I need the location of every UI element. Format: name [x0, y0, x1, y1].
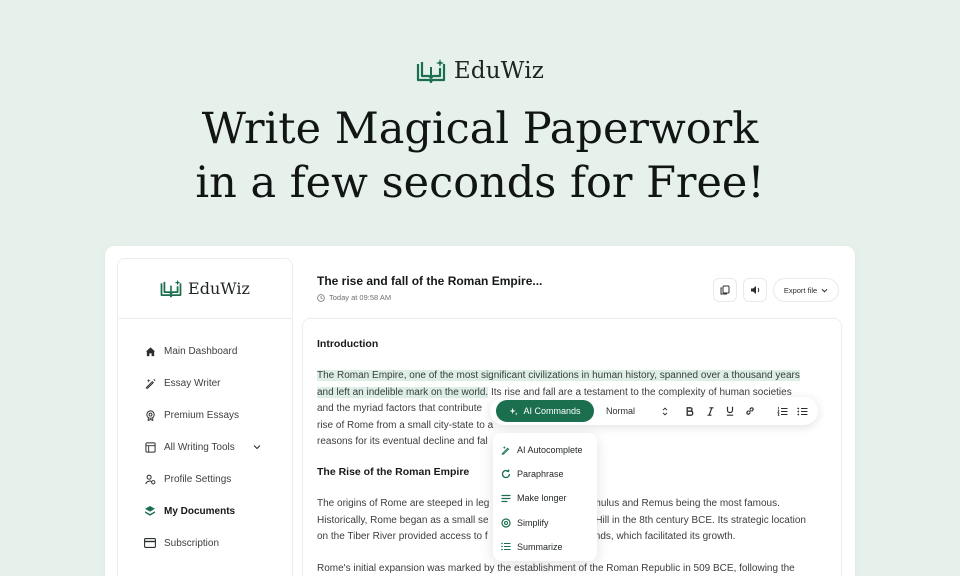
- paragraph-line: and the myriad factors that contribute: [317, 403, 483, 414]
- copy-icon: [720, 285, 730, 295]
- list-icon: [501, 542, 511, 552]
- sidebar-item-label: Essay Writer: [164, 377, 221, 389]
- sidebar-item-label: Profile Settings: [164, 473, 232, 485]
- sidebar-item-label: All Writing Tools: [164, 441, 235, 453]
- ai-commands-menu: AI Autocomplete Paraphrase Make longer S…: [493, 433, 597, 561]
- headline-line-1: Write Magical Paperwork: [201, 104, 759, 154]
- text-style-select[interactable]: Normal: [606, 406, 668, 416]
- document-title: The rise and fall of the Roman Empire...: [317, 274, 543, 288]
- book-sparkle-icon: [416, 59, 445, 84]
- chevron-down-icon[interactable]: [253, 444, 261, 450]
- brand-name: EduWiz: [453, 58, 545, 84]
- formatting-toolbar: AI Commands Normal: [490, 397, 818, 425]
- sidebar-item-main-dashboard[interactable]: Main Dashboard: [118, 335, 292, 367]
- sparkle-icon: [510, 407, 519, 415]
- read-aloud-button[interactable]: [743, 278, 767, 302]
- copy-button[interactable]: [713, 278, 737, 302]
- paragraph-line: reasons for its eventual decline and fal: [317, 436, 488, 447]
- updown-chevron-icon: [662, 406, 668, 416]
- sidebar-nav: Main Dashboard Essay Writer Premium Essa…: [118, 319, 292, 559]
- paragraph-line: Historically, Rome began as a small se: [317, 514, 489, 526]
- lines-icon: [501, 493, 511, 503]
- sidebar-item-label: My Documents: [164, 505, 236, 517]
- ai-commands-label: AI Commands: [523, 406, 581, 416]
- award-icon: [144, 409, 156, 421]
- sidebar-item-profile-settings[interactable]: Profile Settings: [118, 463, 292, 495]
- hero-logo: EduWiz: [0, 58, 960, 84]
- ai-commands-button[interactable]: AI Commands: [496, 400, 594, 422]
- paragraph-line: on the Tiber River provided access to f: [317, 531, 488, 542]
- menu-item-summarize[interactable]: Summarize: [493, 535, 597, 559]
- pen-sparkle-icon: [144, 377, 156, 389]
- italic-button[interactable]: [700, 401, 720, 421]
- sidebar-item-subscription[interactable]: Subscription: [118, 527, 292, 559]
- link-icon: [746, 407, 754, 415]
- paragraph-line: rise of Rome from a small city-state to …: [317, 419, 494, 431]
- refresh-icon: [501, 469, 511, 479]
- sidebar-logo[interactable]: EduWiz: [118, 259, 292, 319]
- bold-button[interactable]: [680, 401, 700, 421]
- pen-sparkle-icon: [501, 445, 511, 455]
- clock-icon: [317, 293, 325, 302]
- sidebar-item-my-documents[interactable]: My Documents: [118, 495, 292, 527]
- speaker-icon: [750, 286, 759, 294]
- export-label: Export file: [783, 285, 818, 295]
- sidebar-brand-name: EduWiz: [188, 279, 250, 298]
- paragraph-line: The Roman Empire, one of the most signif…: [317, 368, 800, 385]
- bullet-list-icon: [796, 407, 807, 415]
- paragraph-line: Rome's initial expansion was marked by t…: [317, 563, 795, 574]
- user-gear-icon: [144, 473, 156, 485]
- menu-item-label: Paraphrase: [517, 469, 564, 480]
- paragraph-line: The origins of Rome are steeped in leg: [317, 498, 490, 509]
- bold-icon: [686, 406, 694, 416]
- sidebar-item-label: Premium Essays: [164, 409, 240, 421]
- selected-text: and left an indelible mark on the world.: [317, 386, 489, 398]
- heading-introduction: Introduction: [317, 338, 379, 350]
- menu-item-label: Simplify: [517, 517, 549, 528]
- export-file-button[interactable]: Export file: [773, 278, 839, 302]
- sidebar: EduWiz Main Dashboard Essay Writer Premi…: [117, 258, 293, 576]
- sidebar-item-label: Subscription: [164, 537, 220, 549]
- headline-line-2: in a few seconds for Free!: [195, 158, 765, 208]
- paragraph-line: omulus and Remus being the most famous.: [587, 498, 780, 509]
- sidebar-item-essay-writer[interactable]: Essay Writer: [118, 367, 292, 399]
- paragraph-line: lands, which facilitated its growth.: [587, 531, 736, 542]
- ordered-list-icon: [776, 406, 787, 416]
- underline-button[interactable]: [720, 401, 740, 421]
- menu-item-label: Make longer: [517, 493, 567, 504]
- body-text: Its rise and fall are a testament to the…: [488, 386, 792, 398]
- document-timestamp: Today at 09:58 AM: [317, 293, 391, 302]
- sidebar-item-all-writing-tools[interactable]: All Writing Tools: [118, 431, 292, 463]
- target-icon: [501, 518, 511, 528]
- text-style-value: Normal: [606, 406, 636, 416]
- layers-icon: [144, 505, 156, 517]
- selected-text: The Roman Empire, one of the most signif…: [317, 370, 800, 381]
- italic-icon: [707, 406, 713, 416]
- menu-item-simplify[interactable]: Simplify: [493, 511, 597, 535]
- ordered-list-button[interactable]: [772, 401, 792, 421]
- bullet-list-button[interactable]: [792, 401, 812, 421]
- hero-headline: Write Magical Paperwork in a few seconds…: [0, 102, 960, 210]
- heading-rise: The Rise of the Roman Empire: [317, 466, 470, 478]
- chevron-down-icon: [821, 288, 828, 292]
- timestamp-text: Today at 09:58 AM: [329, 293, 392, 302]
- sidebar-item-label: Main Dashboard: [164, 345, 238, 357]
- sidebar-item-premium-essays[interactable]: Premium Essays: [118, 399, 292, 431]
- menu-item-ai-autocomplete[interactable]: AI Autocomplete: [493, 438, 597, 462]
- tools-icon: [144, 441, 156, 453]
- menu-item-label: Summarize: [517, 541, 563, 552]
- card-icon: [144, 537, 156, 549]
- home-icon: [144, 345, 156, 357]
- underline-icon: [726, 406, 734, 416]
- menu-item-label: AI Autocomplete: [517, 445, 583, 456]
- menu-item-make-longer[interactable]: Make longer: [493, 486, 597, 510]
- book-sparkle-icon: [160, 279, 182, 298]
- menu-item-paraphrase[interactable]: Paraphrase: [493, 462, 597, 486]
- paragraph-line: e Hill in the 8th century BCE. Its strat…: [587, 514, 806, 526]
- link-button[interactable]: [740, 401, 760, 421]
